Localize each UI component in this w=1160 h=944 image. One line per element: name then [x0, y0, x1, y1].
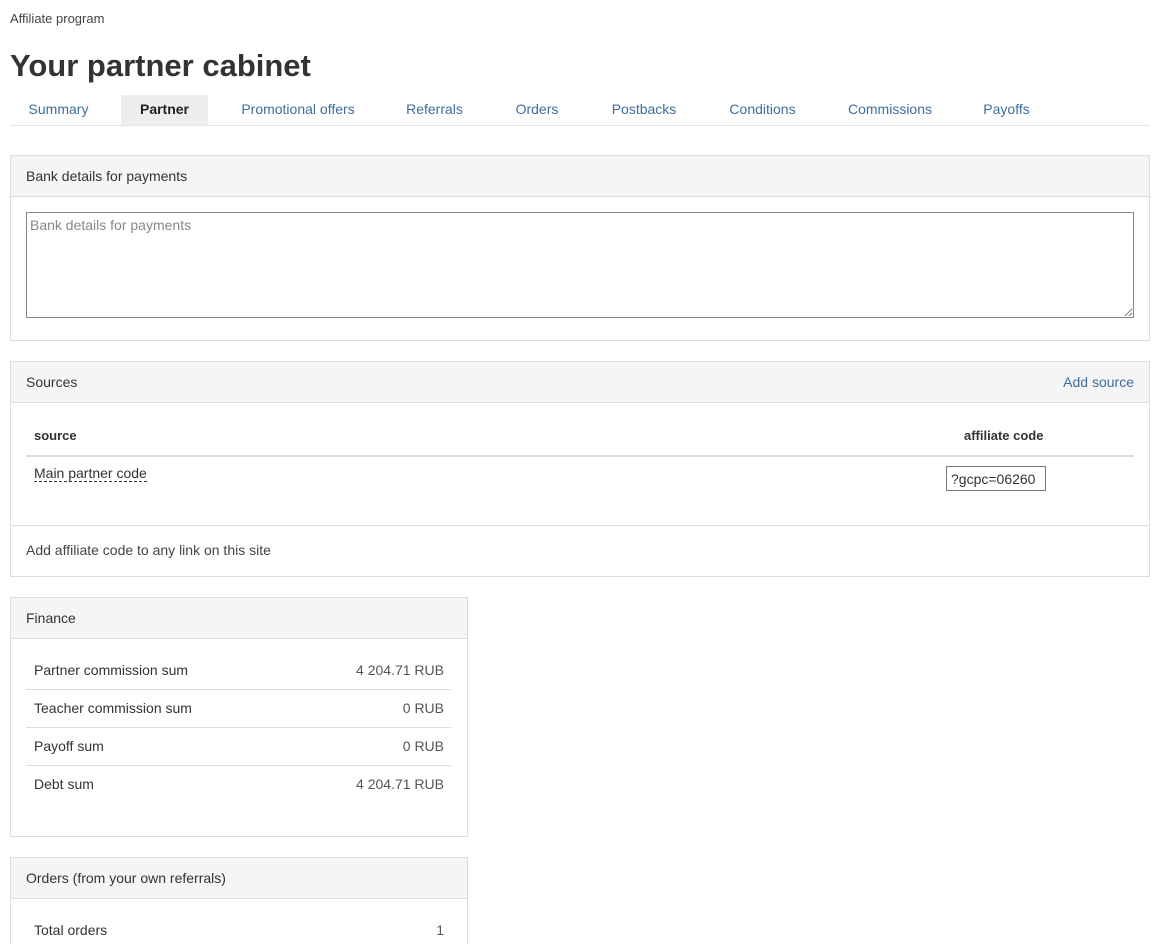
- list-item: Total orders 1: [26, 912, 451, 944]
- finance-label: Teacher commission sum: [34, 700, 192, 716]
- tab-commissions[interactable]: Commissions: [832, 95, 948, 125]
- add-source-link[interactable]: Add source: [1063, 362, 1134, 402]
- orders-list: Total orders 1: [26, 912, 451, 944]
- list-item: Teacher commission sum 0 RUB: [26, 690, 451, 728]
- sources-heading: Sources: [26, 374, 78, 390]
- orders-label: Total orders: [34, 922, 108, 938]
- table-row: Main partner code: [26, 457, 1134, 497]
- breadcrumb[interactable]: Affiliate program: [10, 11, 104, 26]
- orders-value: 1: [436, 922, 444, 938]
- orders-panel: Orders (from your own referrals) Total o…: [10, 857, 468, 944]
- orders-heading: Orders (from your own referrals): [11, 858, 467, 899]
- tab-conditions[interactable]: Conditions: [712, 95, 813, 125]
- page-title: Your partner cabinet: [10, 48, 311, 83]
- finance-label: Payoff sum: [34, 738, 104, 754]
- column-header-source: source: [34, 428, 77, 443]
- list-item: Debt sum 4 204.71 RUB: [26, 766, 451, 803]
- column-header-affiliate-code: affiliate code: [964, 428, 1044, 443]
- bank-details-textarea[interactable]: [26, 212, 1134, 318]
- tab-partner[interactable]: Partner: [121, 95, 208, 125]
- tab-postbacks[interactable]: Postbacks: [595, 95, 693, 125]
- sources-header: Sources Add source: [11, 362, 1149, 403]
- tab-referrals[interactable]: Referrals: [390, 95, 479, 125]
- finance-panel: Finance Partner commission sum 4 204.71 …: [10, 597, 468, 837]
- finance-heading: Finance: [11, 598, 467, 639]
- finance-label: Partner commission sum: [34, 662, 189, 678]
- page: Affiliate program Your partner cabinet S…: [0, 0, 1160, 944]
- tab-summary[interactable]: Summary: [10, 95, 107, 125]
- affiliate-code-field[interactable]: [946, 466, 1046, 491]
- tab-payoffs[interactable]: Payoffs: [967, 95, 1046, 125]
- finance-value: 4 204.71 RUB: [356, 662, 444, 678]
- sources-table-header: source affiliate code: [26, 420, 1134, 457]
- finance-value: 4 204.71 RUB: [356, 776, 444, 792]
- list-item: Partner commission sum 4 204.71 RUB: [26, 652, 451, 690]
- finance-list: Partner commission sum 4 204.71 RUB Teac…: [26, 652, 451, 803]
- finance-label: Debt sum: [34, 776, 94, 792]
- tab-orders[interactable]: Orders: [498, 95, 576, 125]
- tab-bar: Summary Partner Promotional offers Refer…: [10, 95, 1150, 126]
- sources-footer-text: Add affiliate code to any link on this s…: [11, 525, 1149, 576]
- bank-details-heading: Bank details for payments: [11, 156, 1149, 197]
- tab-promotional-offers[interactable]: Promotional offers: [225, 95, 371, 125]
- sources-panel: Sources Add source source affiliate code…: [10, 361, 1150, 577]
- bank-details-panel: Bank details for payments: [10, 155, 1150, 341]
- source-name-link[interactable]: Main partner code: [34, 465, 147, 482]
- finance-value: 0 RUB: [402, 700, 444, 716]
- finance-value: 0 RUB: [402, 738, 444, 754]
- list-item: Payoff sum 0 RUB: [26, 728, 451, 766]
